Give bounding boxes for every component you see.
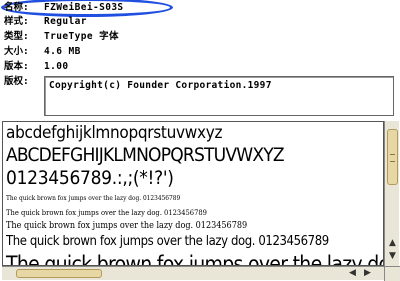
font-name-label: 名称: [4, 2, 29, 13]
horizontal-scroll-thumb[interactable] [16, 269, 102, 278]
preview-sample-xl: The quick brown fox jumps over the lazy … [6, 252, 383, 266]
scroll-up-icon[interactable]: ▲ [387, 238, 398, 248]
font-preview-pane[interactable]: abcdefghijklmnopqrstuvwxyz ABCDEFGHIJKLM… [2, 121, 384, 266]
font-size-value: 4.6 MB [44, 46, 81, 57]
font-type-row: 类型: TrueType 字体 [4, 30, 119, 44]
font-version-row: 版本: 1.00 [4, 60, 68, 74]
preview-sample-xs: The quick brown fox jumps over the lazy … [6, 194, 181, 202]
font-style-row: 样式: Regular [4, 15, 87, 29]
preview-sample-s: The quick brown fox jumps over the lazy … [6, 208, 207, 217]
vertical-scrollbar[interactable]: ▲ ▼ [384, 121, 399, 266]
copyright-text: Copyright(c) Founder Corporation.1997 [49, 80, 272, 91]
preview-sample-l: The quick brown fox jumps over the lazy … [6, 234, 329, 249]
font-style-value: Regular [44, 16, 87, 27]
copyright-textbox[interactable]: Copyright(c) Founder Corporation.1997 [44, 76, 394, 116]
preview-uppercase: ABCDEFGHIJKLMNOPQRSTUVWXYZ [6, 144, 285, 166]
font-size-label: 大小: [4, 46, 29, 57]
font-style-label: 样式: [4, 16, 29, 27]
font-version-value: 1.00 [44, 61, 69, 72]
font-copyright-row: 版权: [4, 75, 44, 89]
font-name-value: FZWeiBei-S03S [44, 2, 124, 13]
font-type-label: 类型: [4, 31, 29, 42]
preview-sample-m: The quick brown fox jumps over the lazy … [6, 221, 248, 231]
horizontal-scrollbar[interactable]: ◀ ▶ [2, 266, 384, 280]
vertical-scroll-thumb[interactable] [387, 129, 398, 185]
font-type-value: TrueType 字体 [44, 31, 119, 42]
preview-digits: 0123456789.:,;(*!?') [6, 167, 174, 189]
scroll-left-icon[interactable]: ◀ [347, 268, 358, 279]
scroll-right-icon[interactable]: ▶ [362, 268, 373, 279]
font-size-row: 大小: 4.6 MB [4, 45, 81, 59]
font-version-label: 版本: [4, 61, 29, 72]
scroll-down-icon[interactable]: ▼ [387, 251, 398, 261]
preview-lowercase: abcdefghijklmnopqrstuvwxyz [6, 123, 223, 143]
font-copyright-label: 版权: [4, 76, 29, 87]
scrollbar-corner [384, 266, 400, 281]
font-name-row: 名称: FZWeiBei-S03S [4, 1, 124, 15]
